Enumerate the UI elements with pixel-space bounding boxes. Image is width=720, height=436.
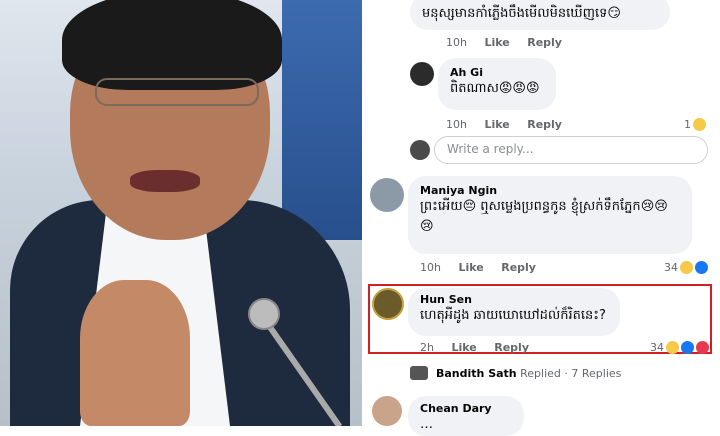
comment-author[interactable]: Maniya Ngin — [420, 184, 680, 197]
comment-bubble: Ah Gi ពិតណាស😡😡😡 — [438, 58, 556, 110]
sad-reaction-icon — [693, 118, 706, 131]
comment-author[interactable]: Chean Dary — [420, 402, 512, 415]
like-link[interactable]: Like — [484, 36, 509, 49]
comment-bubble: Hun Sen ហេតុអីដូង ឆាយឃោឃៅដល់ក៏រិតនេះ? — [408, 288, 620, 336]
comment-text: មនុស្សមានកាំភ្លើងចឹងមើលមិនឃើញទេ😏 — [422, 6, 621, 21]
comment-author[interactable]: Hun Sen — [420, 293, 608, 306]
reply-input[interactable]: Write a reply... — [434, 136, 708, 164]
comment-text: ព្រះអើយ😔 ឮសម្លេងប្រពន្ធកូន ខ្ញុំស្រក់ទឹក… — [420, 199, 668, 214]
photo-hair — [62, 0, 282, 90]
comment-time: 10h — [446, 36, 467, 49]
comment-text-continued: 😢 — [420, 219, 434, 234]
comment-time: 10h — [446, 118, 467, 131]
comment-text: ពិតណាស😡😡😡 — [450, 81, 540, 96]
replies-count: Replied · 7 Replies — [520, 367, 622, 380]
comment-actions: 2h Like Reply — [420, 341, 543, 354]
comment-actions: 10h Like Reply — [446, 118, 576, 131]
reaction-number: 34 — [664, 261, 678, 274]
reply-link[interactable]: Reply — [494, 341, 529, 354]
comments-panel: មនុស្សមានកាំភ្លើងចឹងមើលមិនឃើញទេ😏 10h Lik… — [362, 0, 720, 436]
comment-bubble: Chean Dary … — [408, 396, 524, 436]
sad-reaction-icon — [680, 261, 693, 274]
view-replies-link[interactable]: Bandith Sath Replied · 7 Replies — [436, 367, 621, 380]
comment-text: … — [420, 417, 433, 432]
photo-microphone — [248, 298, 280, 330]
reaction-count[interactable]: 34 — [650, 341, 709, 354]
photo-background-panel — [282, 0, 362, 240]
comment-actions: 10h Like Reply — [446, 36, 576, 49]
reaction-count[interactable]: 1 — [684, 118, 706, 131]
avatar[interactable] — [372, 288, 404, 320]
comment-text: ហេតុអីដូង ឆាយឃោឃៅដល់ក៏រិតនេះ? — [420, 308, 606, 323]
like-link[interactable]: Like — [484, 118, 509, 131]
avatar[interactable] — [370, 178, 404, 212]
replier-name: Bandith Sath — [436, 367, 517, 380]
photo-mouth — [130, 170, 200, 192]
sad-reaction-icon — [666, 341, 679, 354]
like-reaction-icon — [681, 341, 694, 354]
reply-author-avatar — [410, 366, 428, 380]
avatar[interactable] — [372, 396, 402, 426]
reaction-number: 34 — [650, 341, 664, 354]
reaction-number: 1 — [684, 118, 691, 131]
like-reaction-icon — [695, 261, 708, 274]
reply-link[interactable]: Reply — [501, 261, 536, 274]
like-link[interactable]: Like — [458, 261, 483, 274]
photo-glasses — [95, 78, 259, 106]
love-reaction-icon — [696, 341, 709, 354]
reply-link[interactable]: Reply — [527, 118, 562, 131]
avatar[interactable] — [410, 62, 434, 86]
comment-time: 2h — [420, 341, 434, 354]
comment-bubble: Maniya Ngin ព្រះអើយ😔 ឮសម្លេងប្រពន្ធកូន ខ… — [408, 176, 692, 254]
comment-actions: 10h Like Reply — [420, 261, 550, 274]
current-user-avatar — [410, 140, 430, 160]
reaction-count[interactable]: 34 — [664, 261, 708, 274]
photo-hand — [80, 280, 190, 426]
like-link[interactable]: Like — [451, 341, 476, 354]
reply-link[interactable]: Reply — [527, 36, 562, 49]
news-photo — [0, 0, 362, 426]
comment-bubble: មនុស្សមានកាំភ្លើងចឹងមើលមិនឃើញទេ😏 — [410, 0, 670, 30]
comment-time: 10h — [420, 261, 441, 274]
comment-author[interactable]: Ah Gi — [450, 66, 544, 79]
